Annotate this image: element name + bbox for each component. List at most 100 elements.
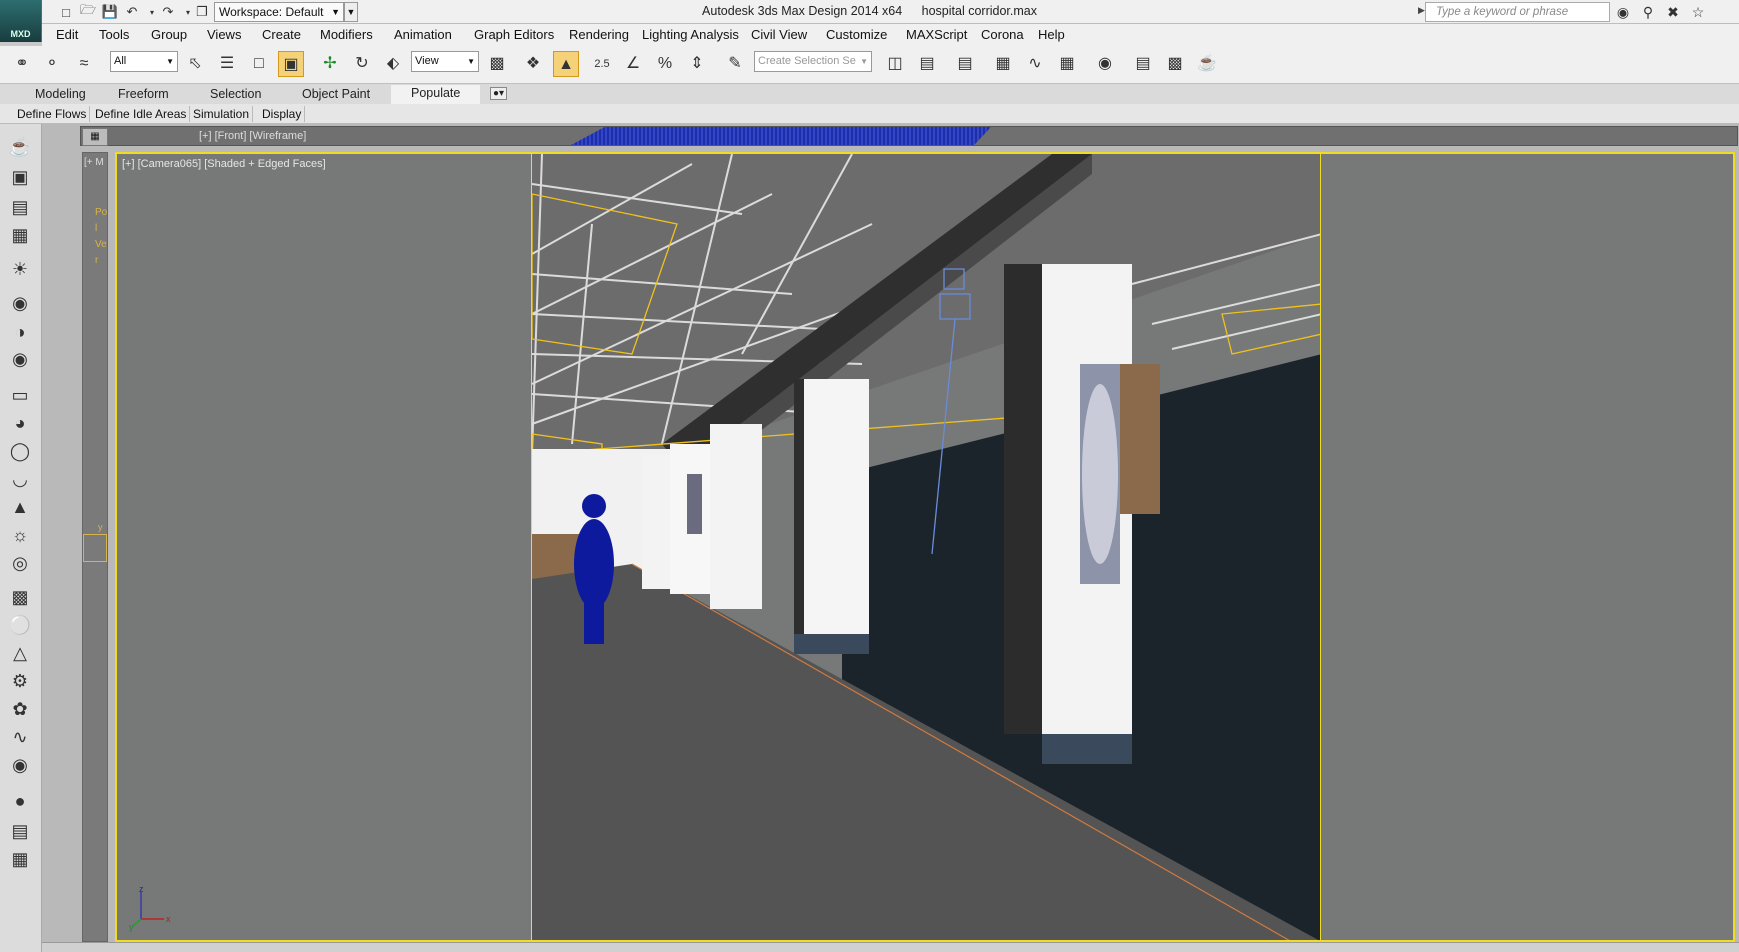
sphere-icon[interactable]: ●	[7, 788, 33, 814]
front-viewport[interactable]: [+] [Front] [Wireframe] — ▬	[80, 126, 1738, 146]
schematic-view-icon[interactable]: ▦	[1054, 51, 1080, 77]
menu-group[interactable]: Group	[151, 27, 187, 42]
pivot-center-icon[interactable]: ▩	[484, 51, 510, 77]
menu-create[interactable]: Create	[262, 27, 301, 42]
rendered-frame-window-icon[interactable]: ▩	[1162, 51, 1188, 77]
search-input[interactable]: Type a keyword or phrase	[1425, 2, 1610, 22]
plane-icon[interactable]: ▭	[7, 382, 33, 408]
tab-object-paint[interactable]: Object Paint	[302, 87, 370, 101]
define-idle-areas-button[interactable]: Define Idle Areas	[92, 106, 191, 122]
ribbon-options-icon[interactable]: ●▾	[490, 87, 508, 100]
curve-editor-icon[interactable]: ∿	[1022, 51, 1048, 77]
project-folder-icon[interactable]: ❐	[192, 2, 212, 22]
scene-explorer-icon[interactable]: ▤	[7, 194, 33, 220]
layer-manager-icon[interactable]: ▤	[952, 51, 978, 77]
select-by-name-icon[interactable]: ☰	[214, 51, 240, 77]
spinner-snap-icon[interactable]: ⇕	[684, 51, 710, 77]
keys-icon[interactable]: ⚲	[1637, 2, 1659, 22]
unlink-icon[interactable]: ⚬	[39, 51, 65, 77]
tab-selection[interactable]: Selection	[210, 87, 261, 101]
foliage-icon[interactable]: ✿	[7, 696, 33, 722]
define-flows-button[interactable]: Define Flows	[14, 106, 91, 122]
named-selection-sets-dropdown[interactable]: Create Selection Se ▼	[754, 51, 872, 72]
camera-viewport[interactable]: [+] [Camera065] [Shaded + Edged Faces] z…	[115, 152, 1735, 942]
molecule-icon[interactable]: ⚪	[7, 612, 33, 638]
communication-icon[interactable]: ✖	[1662, 2, 1684, 22]
select-scale-icon[interactable]: ⬖	[380, 51, 406, 77]
simulation-button[interactable]: Simulation	[190, 106, 254, 122]
link-icon[interactable]: ⚭	[9, 51, 35, 77]
left-viewport-label[interactable]: [+ M	[84, 157, 104, 168]
menu-corona[interactable]: Corona	[981, 27, 1024, 42]
gear-icon[interactable]: ⚙	[7, 668, 33, 694]
edit-named-selection-icon[interactable]: ✎	[722, 51, 748, 77]
tab-populate[interactable]: Populate	[391, 85, 481, 104]
timeline-strip[interactable]	[42, 942, 1739, 952]
material-editor-icon[interactable]: ◉	[1092, 51, 1118, 77]
compound-icon[interactable]: △	[7, 640, 33, 666]
teapot-icon[interactable]: ☕	[7, 134, 33, 160]
particles-icon[interactable]: ▩	[7, 584, 33, 610]
mirror-icon[interactable]: ◫	[882, 51, 908, 77]
display-button[interactable]: Display	[259, 106, 306, 122]
camera-icon[interactable]: ◉	[7, 290, 33, 316]
redo-icon[interactable]: ↷	[158, 2, 178, 22]
menu-help[interactable]: Help	[1038, 27, 1065, 42]
select-object-icon[interactable]: ⬁	[182, 51, 208, 77]
menu-views[interactable]: Views	[207, 27, 241, 42]
tab-freeform[interactable]: Freeform	[118, 87, 169, 101]
list-icon[interactable]: ▤	[7, 818, 33, 844]
select-move-icon[interactable]: ✢	[317, 51, 343, 77]
menu-maxscript[interactable]: MAXScript	[906, 27, 967, 42]
window-crossing-icon[interactable]: ▣	[278, 51, 304, 77]
menu-rendering[interactable]: Rendering	[569, 27, 629, 42]
menu-customize[interactable]: Customize	[826, 27, 887, 42]
disc-icon[interactable]: ◎	[7, 550, 33, 576]
menu-edit[interactable]: Edit	[56, 27, 78, 42]
angle-snap-icon[interactable]: ∠	[620, 51, 646, 77]
select-rotate-icon[interactable]: ↻	[349, 51, 375, 77]
render-frame-icon[interactable]: ▣	[7, 164, 33, 190]
align-icon[interactable]: ▤	[914, 51, 940, 77]
render-setup-icon[interactable]: ▤	[1130, 51, 1156, 77]
render-production-icon[interactable]: ☕	[1194, 51, 1220, 77]
menu-animation[interactable]: Animation	[394, 27, 452, 42]
hair-icon[interactable]: ∿	[7, 724, 33, 750]
hemisphere-icon[interactable]: ◕	[7, 410, 33, 436]
new-file-icon[interactable]: □	[56, 2, 76, 22]
front-viewport-label[interactable]: [+] [Front] [Wireframe]	[199, 130, 306, 142]
bind-spacewarp-icon[interactable]: ≈	[71, 51, 97, 77]
keyboard-shortcut-override-icon[interactable]: ▲	[553, 51, 579, 77]
menu-graph-editors[interactable]: Graph Editors	[474, 27, 554, 42]
undo-icon[interactable]: ↶	[122, 2, 142, 22]
rectangular-selection-icon[interactable]: □	[246, 51, 272, 77]
application-button[interactable]: MXD	[0, 0, 42, 42]
reference-coordinate-dropdown[interactable]: View ▼	[411, 51, 479, 72]
menu-tools[interactable]: Tools	[99, 27, 129, 42]
workspace-dropdown[interactable]: Workspace: Default ▼	[214, 2, 344, 22]
torus-icon[interactable]: ◯	[7, 438, 33, 464]
sun-icon[interactable]: ☼	[7, 522, 33, 548]
camera-viewport-label[interactable]: [+] [Camera065] [Shaded + Edged Faces]	[122, 158, 326, 170]
binoculars-icon[interactable]: ◉	[1612, 2, 1634, 22]
layer-explorer-icon[interactable]: ▦	[7, 222, 33, 248]
tab-modeling[interactable]: Modeling	[35, 87, 86, 101]
percent-snap-icon[interactable]: %	[652, 51, 678, 77]
viewcube-icon[interactable]: ▦	[82, 128, 108, 146]
menu-lighting-analysis[interactable]: Lighting Analysis	[642, 27, 739, 42]
selection-filter-dropdown[interactable]: All ▼	[110, 51, 178, 72]
search-expand-icon[interactable]: ▶	[1418, 5, 1425, 16]
sphere-half-icon[interactable]: ◑	[7, 319, 33, 345]
customize-qat-button[interactable]: ▼	[344, 2, 358, 22]
snaps-toggle-icon[interactable]: 2.5	[589, 51, 615, 77]
cameras-icon[interactable]: ◉	[7, 346, 33, 372]
favorites-star-icon[interactable]: ☆	[1687, 2, 1709, 22]
open-file-icon[interactable]: 🗁	[78, 2, 98, 22]
modifier-stack-icon[interactable]: ▦	[7, 846, 33, 872]
graphite-toggle-icon[interactable]: ▦	[990, 51, 1016, 77]
select-manipulate-icon[interactable]: ❖	[520, 51, 546, 77]
menu-modifiers[interactable]: Modifiers	[320, 27, 373, 42]
bowl-icon[interactable]: ◡	[7, 466, 33, 492]
helper-icon[interactable]: ◉	[7, 752, 33, 778]
light-bulb-icon[interactable]: ☀	[7, 256, 33, 282]
